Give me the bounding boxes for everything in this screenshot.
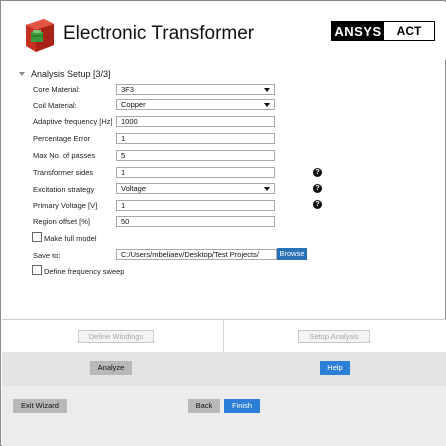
analyze-button[interactable]: Analyze [90,361,132,375]
ansys-act-logo: ANSYS ACT [331,21,435,41]
max-passes-input[interactable]: 5 [116,150,275,161]
collapse-triangle-icon[interactable] [19,72,25,76]
primary-voltage-input[interactable]: 1 [116,200,275,211]
percentage-error-label: Percentage Error [33,134,91,143]
transformer-sides-label: Transformer sides [33,168,94,177]
save-path-input[interactable]: C:/Users/mbeliaev/Desktop/Test Projects/ [116,249,277,260]
brand-suffix: ACT [384,22,434,40]
adaptive-frequency-input[interactable]: 1000 [116,116,275,127]
header: Electronic Transformer ANSYS ACT [2,2,446,60]
primary-voltage-label: Primary Voltage [V] [33,201,98,210]
region-offset-input[interactable]: 50 [116,216,275,227]
exit-wizard-button[interactable]: Exit Wizard [13,399,67,413]
chevron-down-icon [264,187,270,191]
region-offset-label: Region offset [%] [33,217,90,226]
save-to-label: Save to: [33,251,61,260]
make-full-model-checkbox[interactable] [32,232,42,242]
transformer-logo-icon [22,15,56,55]
excitation-strategy-value: Voltage [121,184,147,193]
percentage-error-input[interactable]: 1 [116,133,275,144]
define-windings-button[interactable]: Define Windings [78,330,154,343]
excitation-strategy-select[interactable]: Voltage [116,183,275,194]
excitation-strategy-label: Excitation strategy [33,185,95,194]
transformer-sides-input[interactable]: 1 [116,167,275,178]
help-icon[interactable]: ? [313,200,322,209]
chevron-down-icon [264,103,270,107]
chevron-down-icon [264,88,270,92]
divider [223,320,224,353]
coil-material-value: Copper [121,100,146,109]
section-title: Analysis Setup [3/3] [31,69,111,79]
browse-button[interactable]: Browse [277,248,307,260]
make-full-model-label: Make full model [44,234,97,243]
define-frequency-sweep-checkbox[interactable] [32,265,42,275]
page-title: Electronic Transformer [63,23,255,44]
max-passes-label: Max No. of passes [33,151,96,160]
adaptive-frequency-label: Adaptive frequency [Hz] [33,117,113,126]
finish-button[interactable]: Finish [224,399,260,413]
back-button[interactable]: Back [188,399,220,413]
help-button[interactable]: Help [320,361,350,375]
brand-name: ANSYS [332,22,384,40]
core-material-label: Core Material: [33,85,81,94]
core-material-select[interactable]: 3F3 [116,84,275,95]
section-header[interactable]: Analysis Setup [3/3] [19,69,111,79]
setup-analysis-button[interactable]: Setup Analysis [298,330,370,343]
help-icon[interactable]: ? [313,184,322,193]
core-material-value: 3F3 [121,85,134,94]
coil-material-label: Coil Material: [33,101,77,110]
step-navigation: Define Windings Setup Analysis [2,319,446,353]
wizard-window: Electronic Transformer ANSYS ACT Analysi… [0,0,446,446]
help-icon[interactable]: ? [313,168,322,177]
footer-bar: Exit Wizard Back Finish [2,386,446,446]
action-bar: Analyze Help [2,352,446,386]
coil-material-select[interactable]: Copper [116,99,275,110]
define-frequency-sweep-label: Define frequency sweep [44,267,125,276]
